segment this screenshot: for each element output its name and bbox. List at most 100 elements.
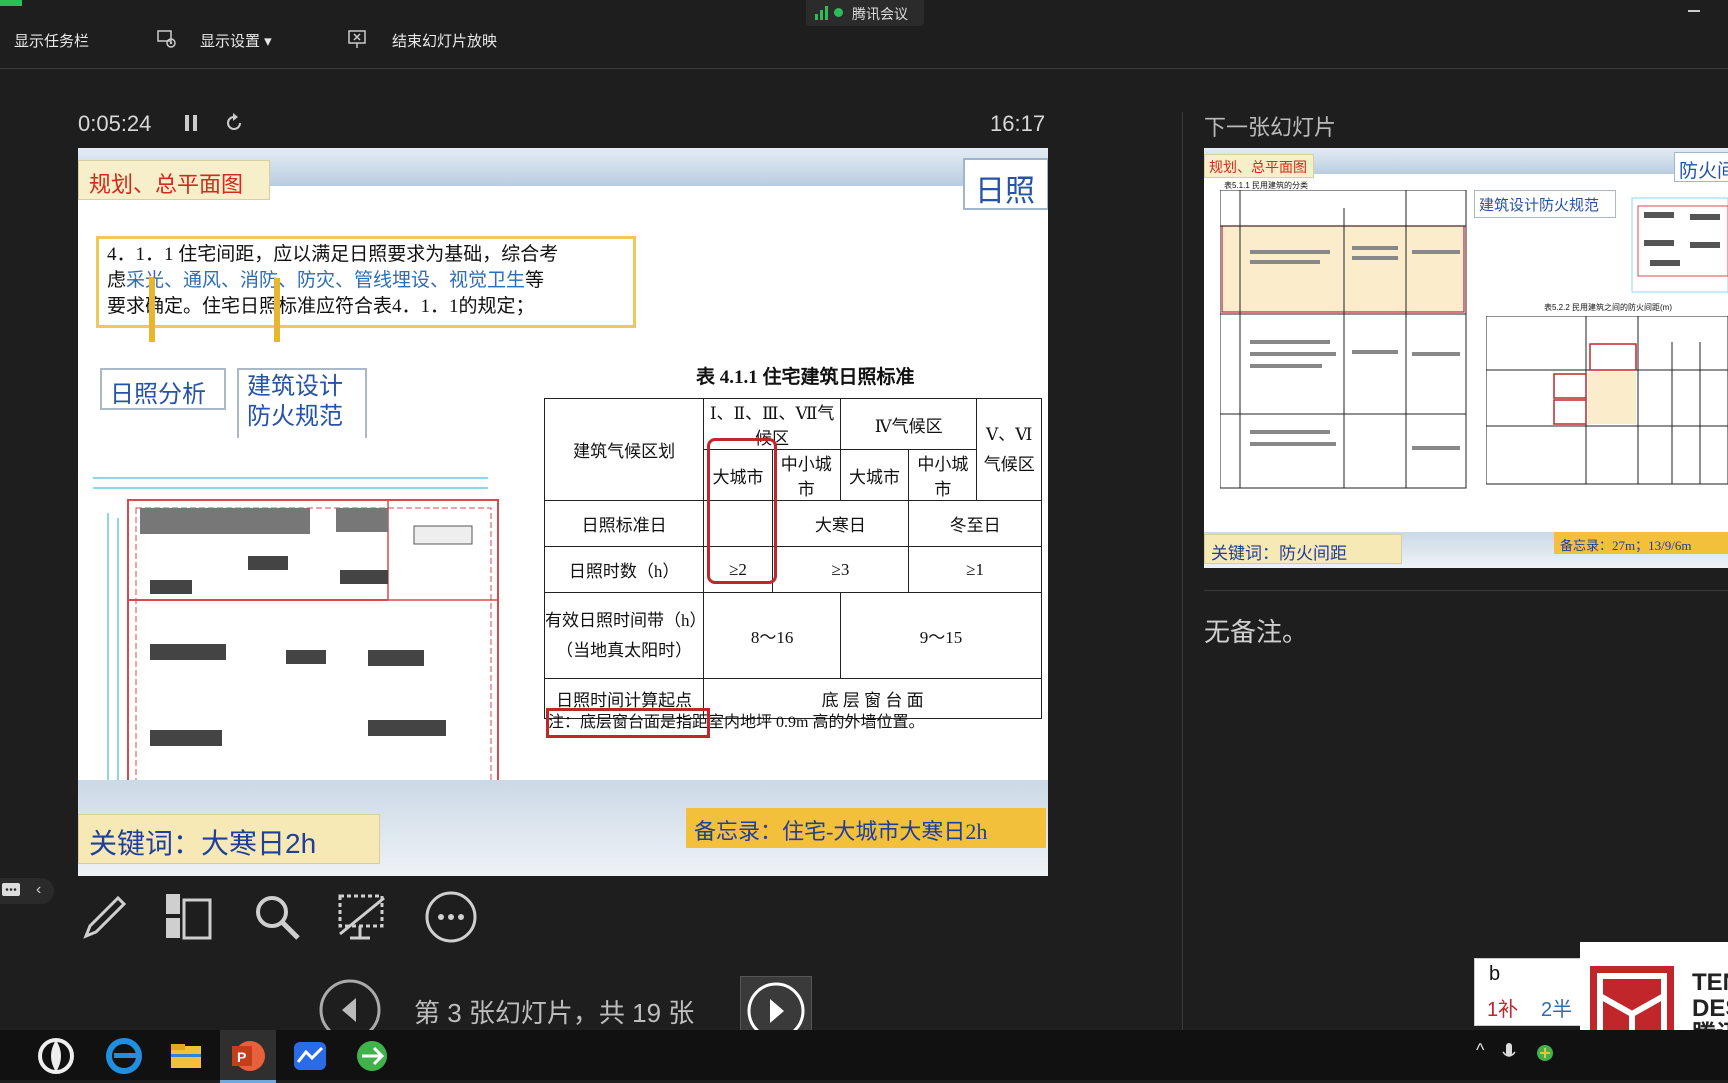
sun-analysis-label-box: 日照分析	[100, 368, 226, 410]
table-cell: 大寒日	[771, 500, 910, 547]
table-cell: 9～15	[839, 592, 1043, 679]
table-row-label: 日照时数（h）	[543, 546, 705, 593]
ime-input-text: b	[1489, 963, 1501, 985]
keyword-label: 关键词：大寒日2h	[89, 828, 317, 859]
clock: 16:17	[990, 111, 1046, 136]
table-cell: 8～16	[703, 592, 841, 679]
notes-divider	[1204, 590, 1728, 591]
sunlight-standard-table: 建筑气候区划 Ⅰ、Ⅱ、Ⅲ、Ⅶ气候区 Ⅳ气候区 Ⅴ、Ⅵ 气候区 大城市 中小城市 大…	[543, 398, 1043, 719]
end-slideshow-icon[interactable]	[347, 28, 369, 50]
previous-slide-button[interactable]	[318, 978, 382, 1030]
table-row-label-text: 有效日照时间带（h）	[545, 610, 707, 630]
next-slide-preview[interactable]: 规划、总平面图 防火间 表5.1.1 民用建筑的分类 建筑设计防火规范 表5.2…	[1204, 148, 1728, 568]
edge-browser-icon[interactable]	[104, 1036, 144, 1076]
keyword-tag: 关键词：大寒日2h	[78, 814, 380, 864]
memo-tag: 备忘录：住宅-大城市大寒日2h	[686, 808, 1046, 848]
more-options-icon[interactable]	[424, 890, 478, 944]
topic-box: 防火间	[1674, 152, 1728, 182]
table-row-label: 有效日照时间带（h） （当地真太阳时）	[543, 592, 707, 679]
clause-box: 4．1．1 住宅间距，应以满足日照要求为基础，综合考 虑采光、通风、消防、防灾、…	[96, 236, 636, 328]
pen-icon[interactable]	[78, 890, 132, 944]
file-explorer-icon[interactable]	[166, 1036, 206, 1076]
keyword-tag: 关键词：防火间距	[1204, 534, 1402, 564]
chevron-left-icon: ‹	[36, 881, 42, 898]
tencent-meeting-icon[interactable]	[290, 1036, 330, 1076]
clause-line-3: 要求确定。住宅日照标准应符合表4．1．1的规定；	[107, 296, 535, 317]
table-header-text: Ⅴ、Ⅵ	[986, 424, 1033, 444]
arrow-up-icon	[149, 278, 155, 342]
memo-label: 备忘录：住宅-大城市大寒日2h	[694, 819, 988, 844]
show-taskbar-button[interactable]: 显示任务栏	[14, 30, 89, 51]
pause-icon[interactable]	[183, 114, 199, 132]
category-label: 规划、总平面图	[89, 172, 244, 197]
ime-candidate[interactable]: 2半	[1541, 993, 1572, 1022]
clause-line-2: 虑采光、通风、消防、防灾、管线埋设、视觉卫生等	[107, 268, 625, 294]
speaker-notes: 无备注。	[1204, 617, 1309, 647]
category-tag: 规划、总平面图	[1204, 154, 1314, 178]
table-header-cell: 建筑气候区划	[543, 398, 705, 501]
panel-divider	[1182, 112, 1183, 1030]
next-slide-button[interactable]	[740, 976, 812, 1032]
svg-text:P: P	[237, 1049, 246, 1065]
microphone-icon[interactable]	[1502, 1042, 1516, 1064]
memo-label: 备忘录：27m；13/9/6m	[1560, 538, 1692, 553]
site-plan-thumbnail	[1631, 197, 1728, 293]
table-row-label-text: （当地真太阳时）	[556, 640, 693, 660]
fire-code-label-line2: 防火规范	[247, 403, 343, 430]
display-settings-icon[interactable]	[156, 28, 178, 50]
current-slide[interactable]: 规划、总平面图 日照 4．1．1 住宅间距，应以满足日照要求为基础，综合考 虑采…	[78, 148, 1048, 876]
ime-candidate[interactable]: 1补	[1487, 993, 1518, 1022]
highlight-box	[707, 438, 777, 584]
status-indicator	[0, 0, 22, 6]
minimize-icon[interactable]	[1688, 10, 1700, 12]
topic-box: 日照	[963, 158, 1048, 210]
meeting-status-pill[interactable]: 腾讯会议	[806, 0, 924, 26]
code-label-box: 建筑设计防火规范	[1474, 190, 1616, 218]
logo-text: TEN	[1692, 969, 1728, 996]
topic-label: 防火间	[1679, 161, 1728, 182]
powerpoint-icon: P	[232, 1041, 265, 1071]
fire-distance-table	[1486, 316, 1728, 485]
slide-sorter-icon[interactable]	[162, 890, 216, 944]
clause-text: 虑	[107, 270, 127, 291]
table-title: 表 4.1.1 住宅建筑日照标准	[696, 367, 915, 388]
next-arrow-icon	[747, 982, 805, 1031]
table-header-text: 气候区	[983, 454, 1035, 474]
keyword-label: 关键词：防火间距	[1211, 544, 1347, 563]
meeting-app-name: 腾讯会议	[852, 6, 908, 22]
table-header-cell: 中小城市	[908, 449, 978, 501]
display-settings-button[interactable]: 显示设置 ▾	[200, 30, 272, 51]
category-label: 规划、总平面图	[1209, 159, 1307, 175]
taskbar-powerpoint-active[interactable]: P	[220, 1030, 276, 1083]
table-header-cell: 中小城市	[771, 449, 841, 501]
logo-text: DES	[1692, 995, 1728, 1022]
table2-title: 表5.2.2 民用建筑之间的防火间距(m)	[1544, 303, 1673, 312]
table-cell: 冬至日	[908, 500, 1042, 547]
category-tag: 规划、总平面图	[78, 160, 270, 200]
slide-counter: 第 3 张幻灯片，共 19 张	[414, 998, 695, 1028]
table-cell: ≥1	[908, 546, 1042, 593]
presenter-toolbar: 显示任务栏 显示设置 ▾ 结束幻灯片放映 腾讯会议	[0, 0, 1728, 69]
fire-code-label-line1: 建筑设计	[247, 373, 343, 400]
table-cell: ≥3	[771, 546, 910, 593]
zoom-icon[interactable]	[250, 890, 304, 944]
topic-label: 日照	[975, 175, 1035, 208]
reset-timer-icon[interactable]	[223, 112, 245, 134]
pinwheel-app-icon[interactable]	[36, 1036, 76, 1076]
clause-highlight: 采光、通风、消防、防灾、管线埋设、视觉卫生	[126, 270, 526, 291]
chevron-up-icon[interactable]: ^	[1476, 1040, 1484, 1061]
table-header-cell: 大城市	[839, 449, 910, 501]
clause-text: 等	[525, 270, 545, 291]
table-header-cell: Ⅴ、Ⅵ 气候区	[976, 398, 1042, 501]
next-slide-heading: 下一张幻灯片	[1204, 115, 1337, 140]
green-app-icon[interactable]	[352, 1036, 392, 1076]
recording-dot-icon	[834, 8, 843, 17]
chat-icon	[2, 883, 20, 896]
note-highlight-box	[546, 708, 710, 738]
tray-app-icon[interactable]	[1536, 1044, 1554, 1062]
ime-candidate-window[interactable]: b 1补 2半	[1474, 958, 1586, 1026]
black-screen-icon[interactable]	[336, 890, 390, 944]
sun-analysis-label: 日照分析	[110, 381, 206, 408]
end-slideshow-button[interactable]: 结束幻灯片放映	[392, 30, 497, 51]
chat-collapse-tab[interactable]: ‹	[0, 878, 54, 904]
